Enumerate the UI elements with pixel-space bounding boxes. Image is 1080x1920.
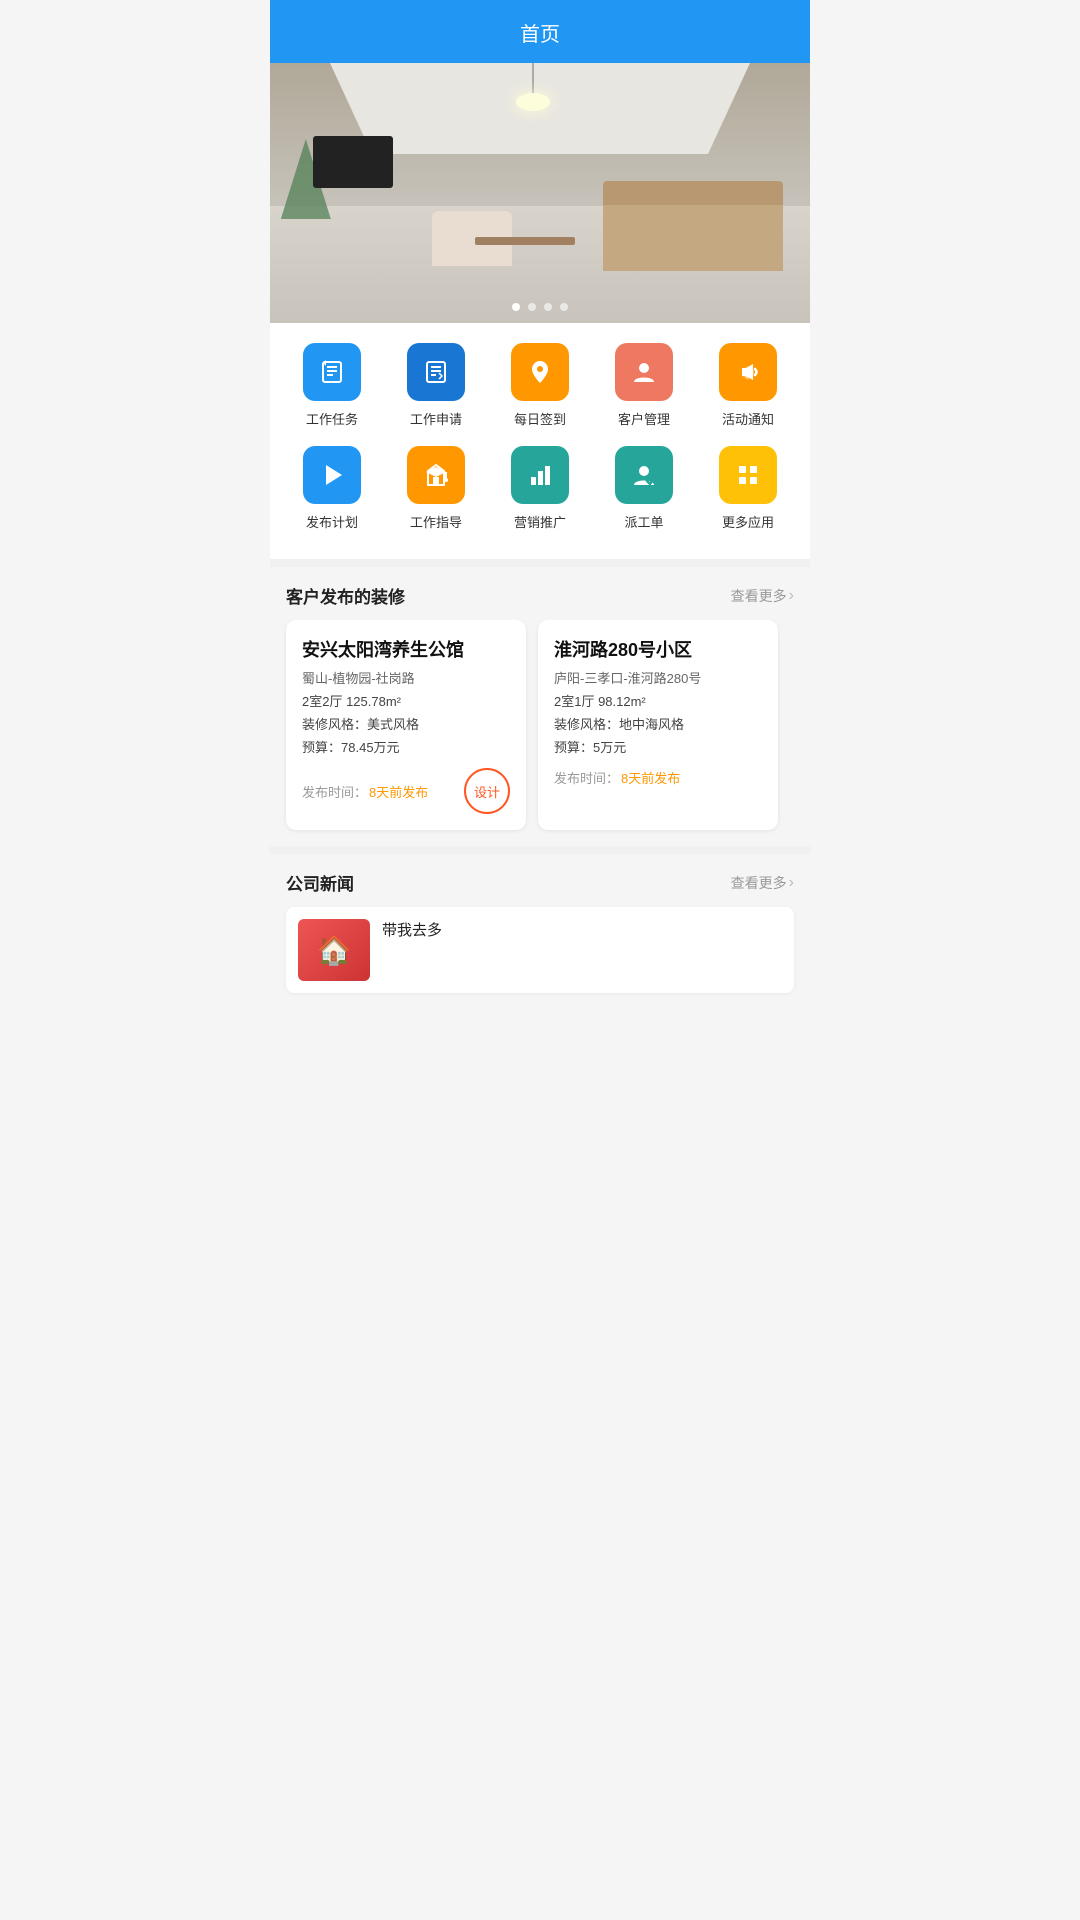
chevron-right-icon-news: › bbox=[789, 874, 794, 892]
marketing-label: 营销推广 bbox=[514, 512, 566, 531]
card2-footer: 发布时间：8天前发布 bbox=[554, 768, 762, 787]
icon-dispatch[interactable]: 派工单 bbox=[592, 446, 696, 531]
dispatch-label: 派工单 bbox=[624, 512, 663, 531]
checkin-label: 每日签到 bbox=[514, 409, 566, 428]
divider-1 bbox=[270, 559, 810, 567]
renovation-card-1: 安兴太阳湾养生公馆 蜀山-植物园-社岗路 2室2厅 125.78m² 装修风格：… bbox=[286, 620, 526, 830]
icon-plan[interactable]: 发布计划 bbox=[280, 446, 384, 531]
card1-style: 装修风格：美式风格 bbox=[302, 714, 510, 733]
card1-time: 发布时间：8天前发布 bbox=[302, 782, 428, 801]
banner-scene bbox=[270, 63, 810, 323]
news-title-1: 带我去多 bbox=[382, 919, 782, 940]
apply-label: 工作申请 bbox=[410, 409, 462, 428]
apply-icon-box bbox=[407, 343, 465, 401]
news-title: 公司新闻 bbox=[286, 870, 354, 895]
icon-marketing[interactable]: 营销推广 bbox=[488, 446, 592, 531]
plan-icon-box bbox=[303, 446, 361, 504]
icon-customer[interactable]: 客户管理 bbox=[592, 343, 696, 428]
task-label: 工作任务 bbox=[306, 409, 358, 428]
icon-apply[interactable]: 工作申请 bbox=[384, 343, 488, 428]
icon-more[interactable]: 更多应用 bbox=[696, 446, 800, 531]
marketing-icon-box bbox=[511, 446, 569, 504]
news-section: 公司新闻 查看更多 › 🏠 带我去多 bbox=[270, 854, 810, 1013]
banner-tv bbox=[313, 136, 393, 188]
guide-label: 工作指导 bbox=[410, 512, 462, 531]
news-content-1: 带我去多 bbox=[382, 919, 782, 981]
card1-title: 安兴太阳湾养生公馆 bbox=[302, 636, 510, 662]
renovation-header: 客户发布的装修 查看更多 › bbox=[270, 567, 810, 620]
news-header: 公司新闻 查看更多 › bbox=[270, 854, 810, 907]
renovation-title: 客户发布的装修 bbox=[286, 583, 405, 608]
icon-grid: 工作任务 工作申请 每日签到 客户 bbox=[270, 323, 810, 559]
card2-style: 装修风格：地中海风格 bbox=[554, 714, 762, 733]
checkin-icon-box bbox=[511, 343, 569, 401]
icon-task[interactable]: 工作任务 bbox=[280, 343, 384, 428]
icon-notice[interactable]: 活动通知 bbox=[696, 343, 800, 428]
customer-icon-box bbox=[615, 343, 673, 401]
banner-dots bbox=[512, 303, 568, 311]
card2-title: 淮河路280号小区 bbox=[554, 636, 762, 662]
news-more[interactable]: 查看更多 › bbox=[731, 873, 794, 893]
banner-dot-4[interactable] bbox=[560, 303, 568, 311]
card2-time: 发布时间：8天前发布 bbox=[554, 768, 680, 787]
more-icon-box bbox=[719, 446, 777, 504]
news-thumb-1: 🏠 bbox=[298, 919, 370, 981]
more-label: 更多应用 bbox=[722, 512, 774, 531]
card2-rooms: 2室1厅 98.12m² bbox=[554, 691, 762, 710]
notice-label: 活动通知 bbox=[722, 409, 774, 428]
dispatch-icon-box bbox=[615, 446, 673, 504]
card1-budget: 预算：78.45万元 bbox=[302, 737, 510, 756]
banner-dot-2[interactable] bbox=[528, 303, 536, 311]
header-title: 首页 bbox=[520, 24, 560, 46]
card1-rooms: 2室2厅 125.78m² bbox=[302, 691, 510, 710]
card2-location: 庐阳-三孝口-淮河路280号 bbox=[554, 668, 762, 687]
plan-label: 发布计划 bbox=[306, 512, 358, 531]
renovation-cards: 安兴太阳湾养生公馆 蜀山-植物园-社岗路 2室2厅 125.78m² 装修风格：… bbox=[270, 620, 810, 846]
card1-location: 蜀山-植物园-社岗路 bbox=[302, 668, 510, 687]
renovation-more[interactable]: 查看更多 › bbox=[731, 586, 794, 606]
guide-icon-box bbox=[407, 446, 465, 504]
notice-icon-box bbox=[719, 343, 777, 401]
renovation-card-2: 淮河路280号小区 庐阳-三孝口-淮河路280号 2室1厅 98.12m² 装修… bbox=[538, 620, 778, 830]
banner bbox=[270, 63, 810, 323]
task-icon bbox=[303, 343, 361, 401]
banner-dot-3[interactable] bbox=[544, 303, 552, 311]
card1-design-btn[interactable]: 设计 bbox=[464, 768, 510, 814]
card2-budget: 预算：5万元 bbox=[554, 737, 762, 756]
header: 首页 bbox=[270, 0, 810, 63]
icon-guide[interactable]: 工作指导 bbox=[384, 446, 488, 531]
icon-checkin[interactable]: 每日签到 bbox=[488, 343, 592, 428]
banner-sofa bbox=[603, 201, 783, 271]
renovation-section: 客户发布的装修 查看更多 › 安兴太阳湾养生公馆 蜀山-植物园-社岗路 2室2厅… bbox=[270, 567, 810, 846]
news-item-1[interactable]: 🏠 带我去多 bbox=[286, 907, 794, 993]
card1-footer: 发布时间：8天前发布 设计 bbox=[302, 768, 510, 814]
customer-label: 客户管理 bbox=[618, 409, 670, 428]
banner-table bbox=[475, 237, 575, 245]
banner-light bbox=[513, 63, 553, 113]
chevron-right-icon: › bbox=[789, 587, 794, 605]
divider-2 bbox=[270, 846, 810, 854]
banner-dot-1[interactable] bbox=[512, 303, 520, 311]
